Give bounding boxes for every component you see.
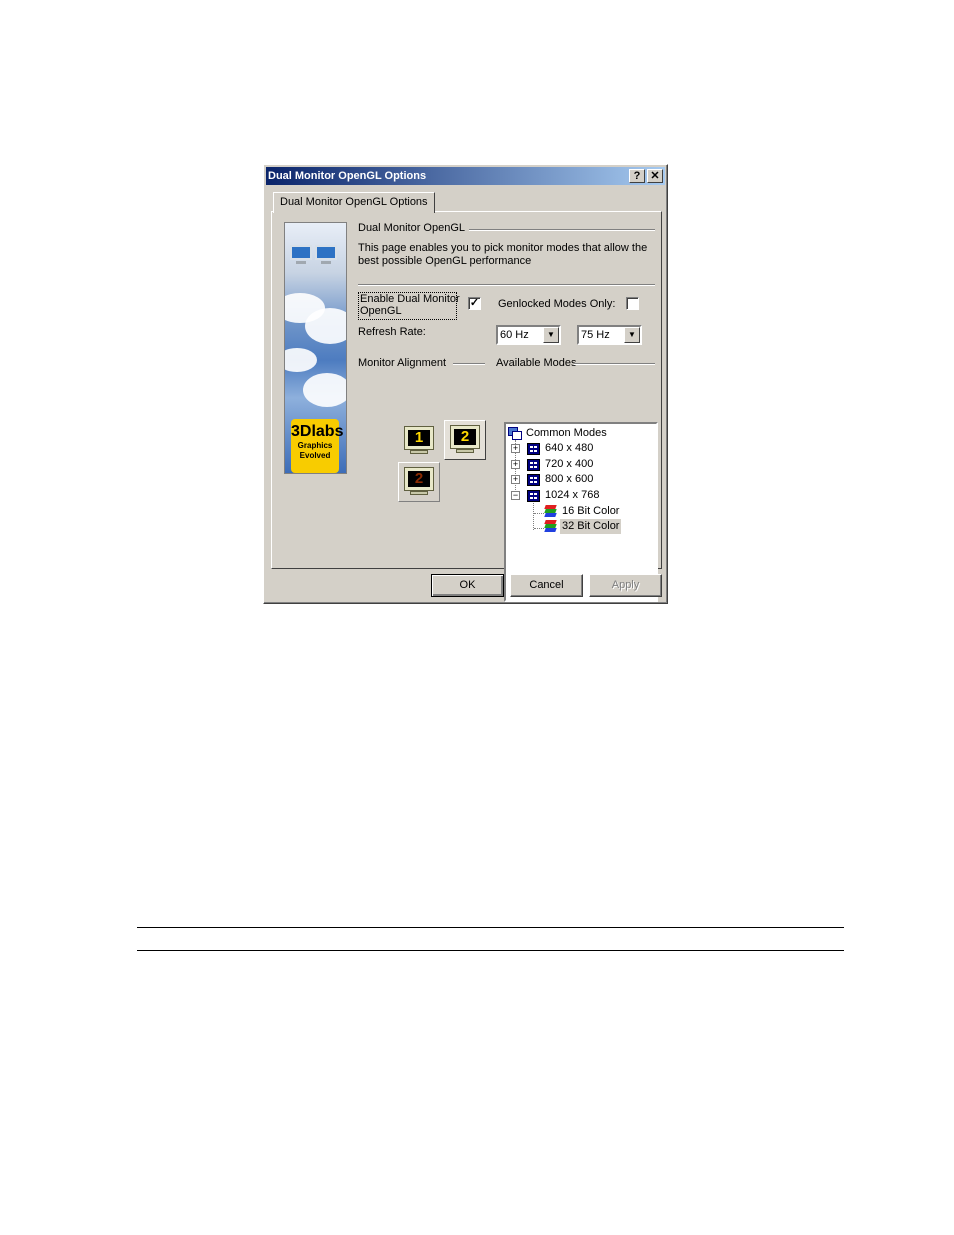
genlocked-modes-label: Genlocked Modes Only: [498,298,616,310]
apply-button[interactable]: Apply [589,574,662,597]
common-modes-icon [508,427,522,440]
monitor-stand-icon [321,261,331,264]
section-divider [469,229,655,231]
expand-plus-icon[interactable]: + [511,475,520,484]
refresh-rate-label: Refresh Rate: [358,326,426,338]
collapse-minus-icon[interactable]: − [511,491,520,500]
monitor-alignment-label: Monitor Alignment [358,357,447,369]
ok-button[interactable]: OK [431,574,504,597]
resolution-icon [527,459,540,471]
resolution-icon [527,443,540,455]
tab-dual-monitor-opengl[interactable]: Dual Monitor OpenGL Options [273,192,435,213]
window-title: Dual Monitor OpenGL Options [268,170,427,182]
footer-rule-bottom [137,950,844,951]
chevron-down-icon[interactable]: ▼ [543,327,559,343]
cloud-image [303,373,346,407]
resolution-icon [527,474,540,486]
cloud-image [285,348,317,372]
cancel-button[interactable]: Cancel [510,574,583,597]
monitor-icon [290,245,312,260]
dual-monitor-dialog: Dual Monitor OpenGL Options ? ✕ Dual Mon… [263,164,668,604]
title-bar[interactable]: Dual Monitor OpenGL Options ? ✕ [266,167,665,185]
color-depth-icon [544,505,557,517]
refresh-rate-2-value: 75 Hz [581,329,610,341]
available-modes-label: Available Modes [496,357,577,369]
expand-plus-icon[interactable]: + [511,444,520,453]
monitor-2-secondary[interactable]: 2 [398,462,440,502]
help-button[interactable]: ? [629,169,645,183]
monitor-2-selected[interactable]: 2 [444,420,486,460]
tab-panel: 3Dlabs Graphics Evolved Dual Monitor Ope… [271,211,662,602]
resolution-icon [527,490,540,502]
alignment-divider [453,363,485,365]
monitor-1[interactable]: 1 [404,426,436,456]
chevron-down-icon[interactable]: ▼ [624,327,640,343]
description-text: This page enables you to pick monitor mo… [358,242,648,267]
side-banner: 3Dlabs Graphics Evolved [284,222,347,474]
genlocked-modes-checkbox[interactable] [626,297,639,310]
divider-line [358,284,655,286]
close-button[interactable]: ✕ [647,169,663,183]
monitor-stand-icon [296,261,306,264]
modes-divider [574,363,655,365]
refresh-rate-1-dropdown[interactable]: 60 Hz ▼ [496,325,561,345]
3dlabs-logo: 3Dlabs Graphics Evolved [291,419,343,473]
enable-dual-monitor-label: Enable Dual Monitor OpenGL [360,293,460,317]
monitor-icon [315,245,337,260]
refresh-rate-2-dropdown[interactable]: 75 Hz ▼ [577,325,642,345]
footer-rule-top [137,927,844,928]
section-title: Dual Monitor OpenGL [358,222,465,234]
cloud-image [305,308,346,344]
refresh-rate-1-value: 60 Hz [500,329,529,341]
expand-plus-icon[interactable]: + [511,460,520,469]
selected-item-label: 32 Bit Color [560,519,622,534]
enable-dual-monitor-checkbox[interactable]: ✓ [468,297,481,310]
color-depth-icon [544,520,557,532]
